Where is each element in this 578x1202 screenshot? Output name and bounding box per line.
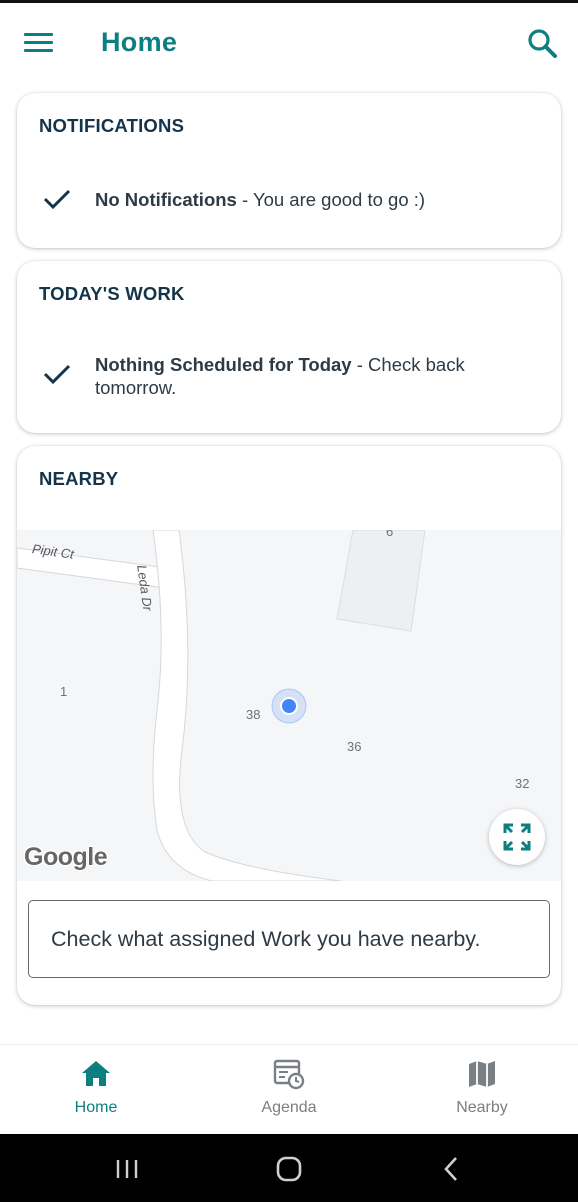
todays-work-bold-text: Nothing Scheduled for Today: [95, 354, 352, 375]
search-icon[interactable]: [524, 25, 562, 63]
nav-nearby-label: Nearby: [456, 1099, 508, 1116]
map-roads: [17, 530, 426, 881]
nav-agenda[interactable]: Agenda: [193, 1045, 385, 1135]
app-bar: Home: [0, 3, 578, 85]
address-number: 38: [246, 707, 261, 722]
home-circle-icon[interactable]: [269, 1152, 309, 1186]
notifications-detail-text: - You are good to go :): [236, 189, 426, 210]
todays-work-title: TODAY'S WORK: [39, 283, 185, 304]
checkmark-icon: [43, 188, 71, 210]
nearby-title: NEARBY: [39, 468, 119, 489]
expand-fullscreen-icon[interactable]: [489, 809, 545, 865]
recents-icon[interactable]: [107, 1152, 147, 1186]
notifications-card: NOTIFICATIONS No Notifications - You are…: [17, 93, 561, 248]
back-icon[interactable]: [431, 1152, 471, 1186]
notifications-bold-text: No Notifications: [95, 189, 237, 210]
nearby-work-prompt[interactable]: Check what assigned Work you have nearby…: [28, 900, 550, 978]
todays-work-message: Nothing Scheduled for Today - Check back…: [95, 353, 515, 399]
agenda-calendar-icon: [273, 1058, 305, 1090]
address-number: 36: [347, 739, 362, 754]
notifications-message: No Notifications - You are good to go :): [95, 188, 425, 211]
nav-home-label: Home: [74, 1099, 118, 1116]
address-number: 1: [60, 684, 68, 699]
system-navigation-bar: [0, 1134, 578, 1202]
nav-home[interactable]: Home: [0, 1045, 192, 1135]
google-logo: Google: [24, 843, 108, 871]
hamburger-menu-icon[interactable]: [22, 27, 56, 59]
nearby-map[interactable]: Pipit Ct Leda Dr 6 1 38 36 32 Google: [17, 530, 561, 881]
address-number: 6: [386, 530, 394, 539]
map-icon: [466, 1058, 498, 1090]
page-title: Home: [101, 27, 178, 57]
home-icon: [80, 1058, 112, 1090]
bottom-navigation: Home Agenda Nearby: [0, 1044, 578, 1134]
todays-work-card: TODAY'S WORK Nothing Scheduled for Today…: [17, 261, 561, 433]
checkmark-icon: [43, 363, 71, 385]
nav-agenda-label: Agenda: [261, 1099, 317, 1116]
nav-nearby[interactable]: Nearby: [386, 1045, 578, 1135]
notifications-title: NOTIFICATIONS: [39, 115, 185, 136]
address-number: 32: [515, 776, 530, 791]
nearby-card: NEARBY Pipit Ct Leda Dr 6 1 38 36 32 Goo…: [17, 446, 561, 1005]
